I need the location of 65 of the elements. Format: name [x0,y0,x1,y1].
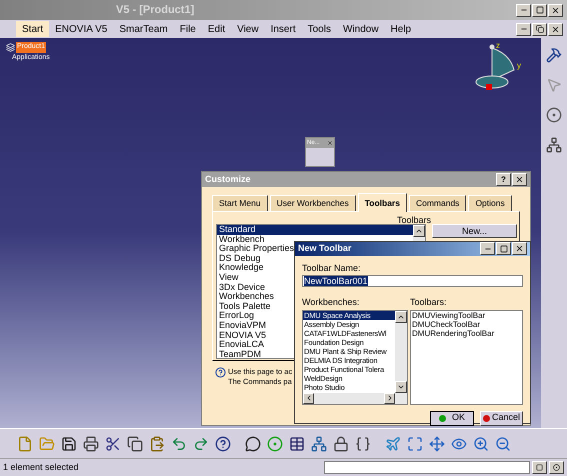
dialog-title: New Toolbar [298,242,352,255]
dialog-title: Customize [205,172,251,186]
tab[interactable]: Start Menu [212,195,268,211]
menu-item[interactable]: Insert [264,21,302,37]
menu-item[interactable]: SmarTeam [113,21,174,37]
list-label: Toolbars: [410,296,448,309]
maximize-icon [500,244,508,253]
menu-item[interactable]: Edit [202,21,232,37]
axis-label: z [496,42,500,50]
menu-item[interactable]: File [174,21,202,37]
scroll-up-button[interactable] [413,225,425,237]
square-icon [536,464,543,471]
close-button[interactable] [512,173,527,186]
close-button[interactable] [548,4,563,16]
close-icon [327,140,333,146]
menu-item[interactable]: Start [16,21,50,37]
scroll-up-button[interactable] [395,310,407,322]
menu-item[interactable]: Tools [302,21,337,37]
scroll-down-button[interactable] [395,380,407,392]
menu-item[interactable]: Help [384,21,418,37]
list-item[interactable]: DMUCheckToolBar [411,320,522,328]
close-button[interactable] [512,242,527,256]
close-icon [515,175,524,184]
new-button[interactable]: New... [432,224,517,238]
cancel-button[interactable]: Cancel [480,410,523,426]
help-button[interactable]: ? [496,173,511,186]
status-text: 1 element selected [3,460,79,474]
window-title: V5 - [Product1] [116,2,194,18]
minimize-button[interactable] [516,4,531,16]
input-field[interactable]: NewToolBar001 [302,275,523,287]
menu-item[interactable]: View [231,21,265,37]
menu-item[interactable]: ENOVIA V5 [49,21,114,37]
close-icon [551,24,560,34]
restore-button[interactable] [532,22,547,36]
close-icon [551,6,560,14]
tab[interactable]: Toolbars [358,193,407,212]
minimize-button[interactable] [516,22,531,36]
list-item[interactable]: DMURenderingToolBar [411,328,522,338]
menu-item[interactable]: Window [336,21,385,37]
list-label: Toolbars [397,214,432,227]
product-icon [6,42,15,52]
close-icon [515,244,524,254]
list-item[interactable]: Standard [217,225,413,235]
axis-label: y [517,62,521,70]
list-item[interactable]: DMUViewingToolBar [411,310,522,320]
status-button[interactable] [532,461,547,474]
scroll-right-button[interactable] [384,392,395,404]
minimize-button[interactable] [480,242,495,256]
circle-icon [553,464,560,471]
restore-icon [536,25,544,33]
list-item[interactable]: Workbench [217,234,413,244]
input-field[interactable] [324,461,530,474]
list-label: Workbenches: [302,296,360,309]
maximize-icon [536,6,544,14]
tab[interactable]: User Workbenches [270,195,356,211]
ok-button[interactable]: OK [430,410,474,426]
field-label: Toolbar Name: [302,262,362,274]
maximize-button[interactable] [532,4,547,16]
tab[interactable]: Options [468,195,512,211]
status-button[interactable] [549,461,564,474]
scroll-left-button[interactable] [303,392,314,404]
maximize-button[interactable] [496,242,511,256]
help-icon [215,367,226,378]
close-button[interactable] [548,22,563,36]
tab[interactable]: Commands [408,195,466,211]
